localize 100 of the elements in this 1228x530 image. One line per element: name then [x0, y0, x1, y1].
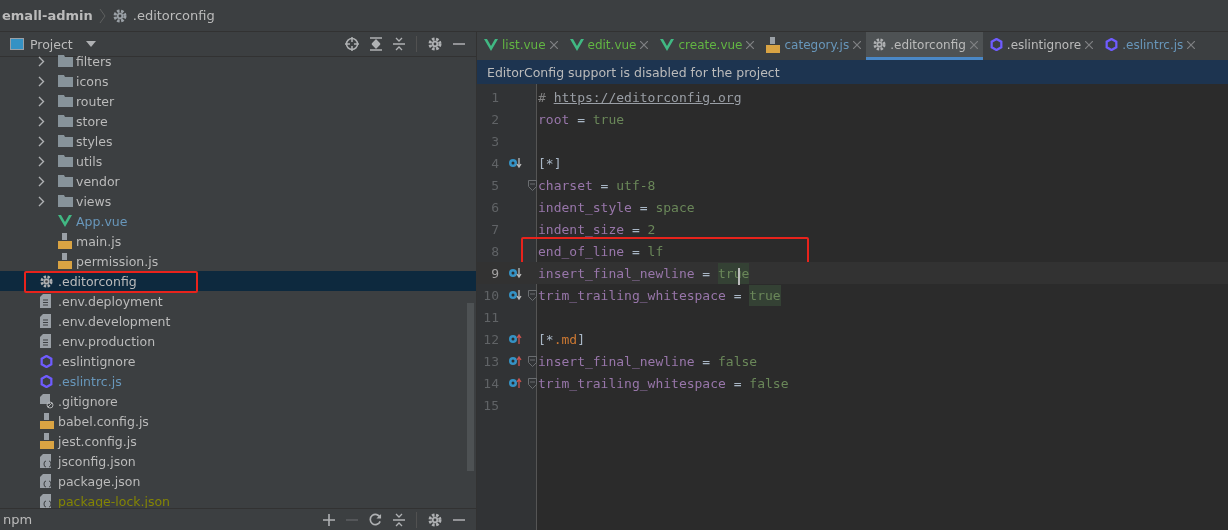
file-name: store [76, 113, 108, 129]
locate-icon[interactable] [345, 37, 359, 51]
file-name: filters [76, 53, 112, 69]
file-name: utils [76, 153, 103, 169]
close-icon[interactable] [640, 40, 649, 49]
js-file-icon [40, 413, 54, 429]
hexagon-icon [40, 354, 53, 368]
override-marker-icon[interactable] [508, 267, 522, 279]
editor-tab[interactable]: .eslintrc.js [1098, 32, 1201, 60]
tree-item[interactable]: styles [0, 131, 476, 151]
js-file-icon [58, 253, 72, 269]
vue-logo-icon [660, 38, 675, 51]
file-name: permission.js [76, 253, 159, 269]
tree-item[interactable]: filters [0, 51, 476, 71]
collapse-all-icon[interactable] [393, 37, 405, 51]
chevron-icon[interactable] [38, 175, 45, 187]
tree-item[interactable]: .env.development [0, 311, 476, 331]
tree-item[interactable]: App.vue [0, 211, 476, 231]
panel-title[interactable]: npm [3, 512, 33, 527]
ignored-file-icon [40, 393, 54, 409]
tree-item[interactable]: router [0, 91, 476, 111]
override-marker-icon[interactable] [508, 355, 522, 367]
chevron-icon[interactable] [38, 75, 45, 87]
close-icon[interactable] [746, 40, 755, 49]
json-file-icon [40, 473, 54, 489]
editor-tab[interactable]: list.vue [477, 32, 563, 60]
window-icon [10, 38, 24, 50]
chevron-icon[interactable] [38, 115, 45, 127]
chevron-icon[interactable] [38, 155, 45, 167]
chevron-icon[interactable] [38, 55, 45, 67]
editor-tab[interactable]: create.vue [653, 32, 760, 60]
settings-icon[interactable] [428, 37, 442, 51]
tree-item[interactable]: babel.config.js [0, 411, 476, 431]
expand-all-icon[interactable] [370, 37, 382, 51]
text-file-icon [40, 294, 51, 308]
refresh-icon[interactable] [369, 513, 382, 526]
code-line: insert_final_newline = false [538, 353, 758, 369]
tree-item[interactable]: .env.production [0, 331, 476, 351]
hexagon-icon [40, 374, 53, 388]
fold-icon[interactable] [528, 377, 537, 389]
override-marker-icon[interactable] [508, 289, 522, 301]
tree-item[interactable]: .editorconfig [0, 271, 476, 291]
chevron-icon [98, 7, 107, 24]
file-name: jsconfig.json [58, 453, 136, 469]
editor-tab[interactable]: edit.vue [562, 32, 654, 60]
override-marker-icon[interactable] [508, 333, 522, 345]
gear-icon [40, 274, 53, 288]
tree-item[interactable]: views [0, 191, 476, 211]
file-name: .env.development [58, 313, 171, 329]
override-marker-icon[interactable] [508, 377, 522, 389]
tree-item[interactable]: main.js [0, 231, 476, 251]
hexagon-icon [989, 38, 1003, 51]
tree-item[interactable]: .gitignore [0, 391, 476, 411]
folder-icon [58, 55, 73, 67]
code-line: end_of_line = lf [538, 243, 664, 259]
override-marker-icon[interactable] [508, 157, 522, 169]
close-icon[interactable] [1085, 40, 1094, 49]
chevron-icon[interactable] [38, 95, 45, 107]
tree-item[interactable]: jsconfig.json [0, 451, 476, 471]
close-icon[interactable] [1187, 40, 1196, 49]
editor-tab[interactable]: category.js [759, 32, 867, 60]
caret-icon[interactable] [85, 41, 96, 47]
file-name: .eslintrc.js [58, 373, 122, 389]
panel-title[interactable]: Project [30, 36, 73, 52]
file-name: App.vue [76, 213, 128, 229]
editor-tab[interactable]: .eslintignore [982, 32, 1099, 60]
collapse-all-icon[interactable] [393, 512, 405, 527]
tree-item[interactable]: .eslintrc.js [0, 371, 476, 391]
close-icon[interactable] [549, 40, 558, 49]
fold-icon[interactable] [528, 179, 537, 191]
tree-item[interactable]: jest.config.js [0, 431, 476, 451]
settings-icon[interactable] [428, 512, 442, 527]
tree-item[interactable]: package.json [0, 471, 476, 491]
code-line: indent_style = space [538, 199, 695, 215]
tree-item[interactable]: permission.js [0, 251, 476, 271]
text-file-icon [40, 334, 51, 348]
tree-item[interactable]: store [0, 111, 476, 131]
file-name: router [76, 93, 115, 109]
chevron-icon[interactable] [38, 135, 45, 147]
folder-icon [58, 195, 73, 207]
code-line: [*] [538, 155, 562, 171]
editor-tab[interactable]: .editorconfig [866, 32, 983, 60]
tree-item[interactable]: .env.deployment [0, 291, 476, 311]
file-name: .env.production [58, 333, 156, 349]
vue-logo-icon [58, 215, 72, 227]
tree-item[interactable]: vendor [0, 171, 476, 191]
tree-item[interactable]: .eslintignore [0, 351, 476, 371]
fold-icon[interactable] [528, 289, 537, 301]
file-name: jest.config.js [58, 433, 137, 449]
file-name: .editorconfig [58, 273, 137, 289]
breadcrumb-project[interactable]: emall-admin [2, 8, 93, 23]
close-icon[interactable] [853, 40, 862, 49]
code-line: # https://editorconfig.org [538, 89, 742, 105]
breadcrumb-file[interactable]: .editorconfig [132, 8, 215, 23]
tree-item[interactable]: utils [0, 151, 476, 171]
code-line: [*.md] [538, 331, 585, 347]
chevron-icon[interactable] [38, 195, 45, 207]
fold-icon[interactable] [528, 355, 537, 367]
add-icon[interactable] [323, 513, 335, 526]
tree-item[interactable]: icons [0, 71, 476, 91]
